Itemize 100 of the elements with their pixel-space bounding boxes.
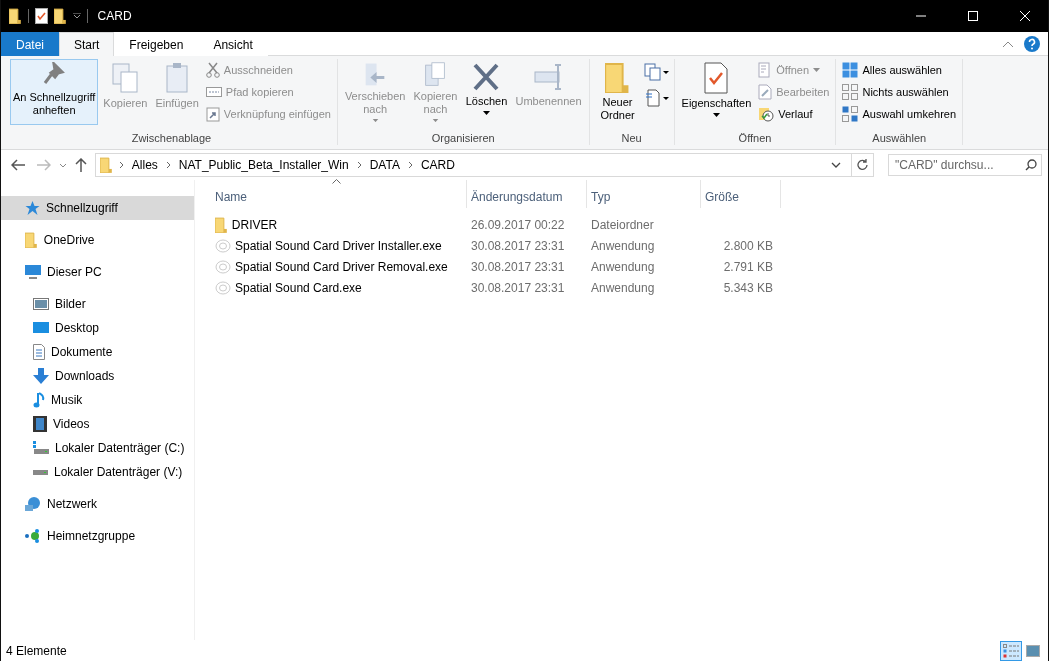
maximize-icon [968,11,978,21]
sidebar-item[interactable]: Dokumente [1,340,194,364]
type-cell-text: Dateiordner [590,217,655,232]
ribbon-button[interactable]: Löschen [462,59,511,125]
address-bar[interactable]: Alles NAT_Public_Beta_Installer_Win DATA CARD [95,153,874,177]
ribbon-button[interactable]: Eigenschaften [678,59,755,125]
film-icon [33,416,47,432]
group-label: Auswählen [871,132,928,145]
music-note-icon [33,392,45,408]
search-box[interactable]: "CARD" durchsu... [888,154,1042,176]
file-name-cell[interactable]: Spatial Sound Card Driver Removal.exe [211,259,467,274]
caret-icon [431,118,439,122]
chevron-icon [118,161,124,169]
application-icon [215,259,231,274]
select-none-icon [842,84,859,100]
sidebar-item[interactable]: Bilder [1,292,194,316]
date-cell-text: 30.08.2017 23:31 [470,280,566,295]
date-cell-text: 26.09.2017 00:22 [470,217,566,232]
star-icon [25,200,40,216]
column-header[interactable]: Änderungsdatum [467,180,587,208]
folder-icon [100,157,113,173]
file-name-cell[interactable]: DRIVER [211,216,467,233]
collapse-ribbon-icon[interactable] [1002,39,1014,48]
file-menu-tab[interactable]: Datei [1,32,59,56]
shortcut-icon [205,106,220,122]
size-cell-text: 2.791 KB [722,259,774,274]
folder-icon [215,216,228,233]
sidebar-item[interactable]: Videos [1,412,194,436]
group-label: Zwischenablage [130,132,213,145]
window-title: CARD [97,9,133,23]
search-icon [1025,159,1037,171]
breadcrumb[interactable]: NAT_Public_Beta_Installer_Win [176,158,351,172]
application-icon [215,280,231,295]
column-header[interactable]: Name [211,180,467,208]
drive-icon [33,469,48,475]
ribbon-button[interactable]: Neuer Ordner [593,59,642,125]
ribbon-tab[interactable]: Start [59,32,115,56]
folder-icon [9,8,22,24]
folder-icon [53,8,67,24]
help-icon[interactable] [1024,35,1040,52]
history-icon [758,106,775,122]
picture-icon [33,298,49,310]
properties-icon [704,62,729,94]
ribbon-button[interactable]: Alles auswählen [840,60,959,80]
details-view-button[interactable] [1000,640,1022,661]
date-cell-text: 30.08.2017 23:31 [470,238,566,253]
breadcrumb[interactable]: DATA [367,158,402,172]
folder-icon [604,62,631,93]
open-icon [758,62,773,78]
sidebar-item[interactable]: Desktop [1,316,194,340]
size-cell-text: 5.343 KB [722,280,774,295]
application-icon [215,238,231,253]
sidebar-item[interactable]: Netzwerk [1,492,194,516]
sidebar-item[interactable]: Dieser PC [1,260,194,284]
chevron-icon [356,161,362,169]
sidebar-item[interactable]: Lokaler Datenträger (C:) [1,436,194,460]
properties-icon[interactable] [34,8,48,24]
group-label: Öffnen [737,132,773,145]
path-icon [205,87,222,97]
ribbon-button[interactable]: Auswahl umkehren [840,104,959,124]
type-cell-text: Anwendung [590,238,656,253]
breadcrumb[interactable]: Alles [129,158,160,172]
sidebar-item[interactable]: Schnellzugriff [1,196,194,220]
sidebar-item[interactable]: Heimnetzgruppe [1,524,194,548]
sidebar-item[interactable]: Musik [1,388,194,412]
drive-icon [33,441,49,455]
date-cell-text: 30.08.2017 23:31 [470,259,566,274]
caret-icon [712,113,720,117]
close-icon [1020,11,1030,21]
ribbon-button[interactable]: An Schnellzugriff anheften [10,59,99,125]
download-icon [33,368,49,384]
sidebar-item[interactable]: Downloads [1,364,194,388]
group-label: Organisieren [430,132,496,145]
column-header[interactable]: Typ [587,180,701,208]
sidebar-item[interactable]: Lokaler Datenträger (V:) [1,460,194,484]
sort-ascending-icon [332,179,341,184]
invert-selection-icon [842,106,859,122]
file-name-cell[interactable]: Spatial Sound Card Driver Installer.exe [211,238,467,253]
easy-access-icon[interactable] [643,89,670,107]
file-name-cell[interactable]: Spatial Sound Card.exe [211,280,467,295]
new-item-icon[interactable] [643,63,670,81]
copy-icon [111,62,140,94]
desktop-icon [33,322,49,334]
select-all-icon [842,62,859,78]
ribbon-button[interactable]: Nichts auswählen [840,82,959,102]
group-label: Neu [620,132,643,145]
size-cell-text: 2.800 KB [722,238,774,253]
breadcrumb[interactable]: CARD [418,158,457,172]
chevron-icon [165,161,171,169]
clipboard-icon [165,62,190,94]
dropdown-arrow-icon[interactable] [72,13,81,19]
recent-locations-icon[interactable] [59,162,67,168]
refresh-icon [856,159,869,171]
item-count: 4 Elemente [6,643,68,658]
ribbon-button[interactable]: Verlauf [756,104,832,124]
column-header[interactable]: Größe [701,180,781,208]
network-nodes-icon [25,529,41,543]
sidebar-item[interactable]: OneDrive [1,228,194,252]
folder-icon [25,232,38,248]
caret-icon [813,68,821,72]
